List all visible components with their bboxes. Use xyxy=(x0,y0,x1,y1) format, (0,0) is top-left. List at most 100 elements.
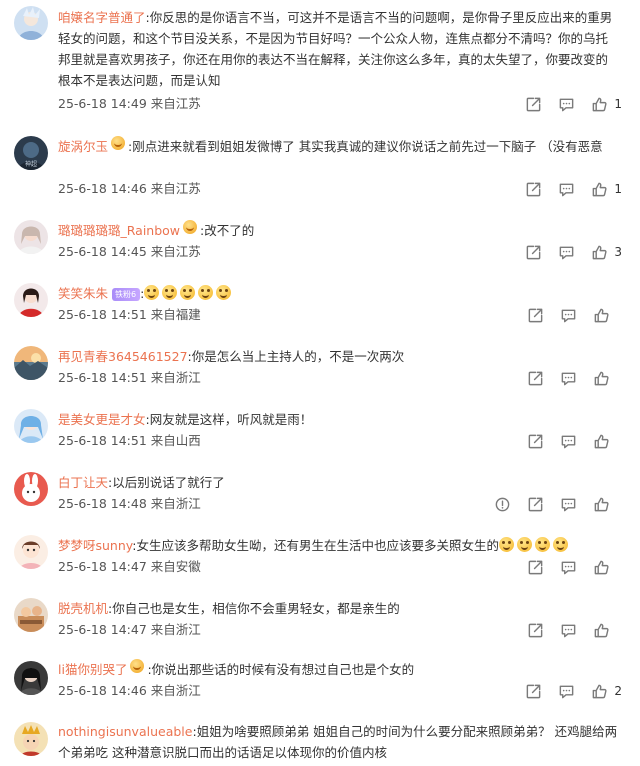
thumbs-up-icon xyxy=(593,182,607,196)
avatar[interactable] xyxy=(14,722,48,756)
comment-content: nothingisunvalueable:姐姐为啥要照顾弟弟 姐姐自己的时间为什… xyxy=(58,724,618,760)
comment-location: 来自浙江 xyxy=(150,622,201,637)
avatar[interactable] xyxy=(14,661,48,695)
comment-username[interactable]: 再见青春3645461527 xyxy=(58,349,188,364)
comment-time: 25-6-18 14:47 xyxy=(58,559,147,574)
comment-item: nothingisunvalueable:姐姐为啥要照顾弟弟 姐姐自己的时间为什… xyxy=(0,714,640,766)
comment-item: 脱壳机机:你自己也是女生，相信你不会重男轻女，都是亲生的 25-6-18 14:… xyxy=(0,588,640,651)
comment-username[interactable]: nothingisunvalueable xyxy=(58,724,192,739)
like-button[interactable] xyxy=(593,307,622,324)
like-count: 1 xyxy=(614,182,622,196)
comment-time: 25-6-18 14:48 xyxy=(58,496,147,511)
comment-item: 笑笑朱朱 铁粉6: 25-6-18 14:51 来自福建 xyxy=(0,273,640,336)
comment-content: 咱嬢名字普通了:你反思的是你语言不当，可这并不是语言不当的问题啊，是你骨子里反应… xyxy=(58,10,613,88)
forward-icon xyxy=(527,245,541,259)
avatar[interactable] xyxy=(14,598,48,632)
reply-button[interactable] xyxy=(560,307,577,324)
forward-button[interactable] xyxy=(525,181,542,198)
avatar[interactable] xyxy=(14,409,48,443)
comment-username[interactable]: 旋涡尔玉 xyxy=(58,139,108,154)
emoji-icon xyxy=(499,537,515,552)
avatar[interactable] xyxy=(14,283,48,317)
reply-button[interactable] xyxy=(558,96,575,113)
comment-location: 来自浙江 xyxy=(150,683,201,698)
reply-button[interactable] xyxy=(560,370,577,387)
forward-button[interactable] xyxy=(525,683,542,700)
comment-username[interactable]: 璐璐璐璐璐_Rainbow xyxy=(58,223,180,238)
report-button[interactable] xyxy=(494,496,511,513)
reply-button[interactable] xyxy=(560,622,577,639)
crown-badge-icon xyxy=(183,220,198,234)
forward-button[interactable] xyxy=(527,496,544,513)
like-button[interactable]: 1 xyxy=(591,96,622,113)
comment-icon xyxy=(560,98,574,111)
forward-button[interactable] xyxy=(525,96,542,113)
forward-button[interactable] xyxy=(527,370,544,387)
comment-text: 女生应该多帮助女生呦，还有男生在生活中也应该要多关照女生的 xyxy=(136,538,500,553)
like-count: 3 xyxy=(614,245,622,259)
reply-button[interactable] xyxy=(560,559,577,576)
comment-meta: 25-6-18 14:46 来自江苏 xyxy=(58,180,201,198)
comment-meta: 25-6-18 14:49 来自江苏 xyxy=(58,95,201,113)
thumbs-up-icon xyxy=(594,308,609,322)
emoji-icon xyxy=(517,537,533,552)
comment-icon xyxy=(560,246,574,259)
comment-meta: 25-6-18 14:47 来自浙江 xyxy=(58,621,201,639)
thumbs-up-icon xyxy=(594,560,609,574)
comment-username[interactable]: 白丁让天 xyxy=(58,475,108,490)
comment-meta: 25-6-18 14:51 来自浙江 xyxy=(58,369,201,387)
comment-actions: 1 xyxy=(525,95,622,113)
reply-button[interactable] xyxy=(560,433,577,450)
like-button[interactable] xyxy=(593,559,622,576)
reply-button[interactable] xyxy=(560,496,577,513)
comment-username[interactable]: li猫你别哭了 xyxy=(58,662,127,677)
thumbs-up-icon xyxy=(594,371,609,385)
comment-meta: 25-6-18 14:47 来自安徽 xyxy=(58,558,201,576)
like-button[interactable]: 1 xyxy=(591,181,622,198)
comment-username[interactable]: 笑笑朱朱 xyxy=(58,286,108,301)
reply-button[interactable] xyxy=(558,244,575,261)
reply-button[interactable] xyxy=(558,181,575,198)
comment-item: 咱嬢名字普通了:你反思的是你语言不当，可这并不是语言不当的问题啊，是你骨子里反应… xyxy=(0,0,640,126)
like-button[interactable] xyxy=(593,496,622,513)
comment-icon xyxy=(561,372,576,385)
comment-location: 来自山西 xyxy=(150,433,201,448)
comment-text: 你是怎么当上主持人的，不是一次两次 xyxy=(191,349,405,364)
like-button[interactable] xyxy=(593,622,622,639)
emoji-icon xyxy=(144,285,160,300)
avatar[interactable] xyxy=(14,472,48,506)
like-button[interactable] xyxy=(593,433,622,450)
comment-username[interactable]: 梦梦呀sunny xyxy=(58,538,132,553)
comment-content: 笑笑朱朱 铁粉6: xyxy=(58,283,618,304)
forward-button[interactable] xyxy=(525,244,542,261)
comment-username[interactable]: 咱嬢名字普通了 xyxy=(58,10,146,25)
like-button[interactable] xyxy=(593,370,622,387)
like-count: 2 xyxy=(614,684,622,698)
comment-item: 是美女更是才女:网友就是这样，听风就是雨！ 25-6-18 14:51 来自山西 xyxy=(0,399,640,462)
comment-time: 25-6-18 14:49 xyxy=(58,96,147,111)
reply-button[interactable] xyxy=(558,683,575,700)
avatar[interactable] xyxy=(14,346,48,380)
forward-button[interactable] xyxy=(527,307,544,324)
forward-button[interactable] xyxy=(527,622,544,639)
avatar[interactable] xyxy=(14,535,48,569)
forward-button[interactable] xyxy=(527,559,544,576)
comment-actions xyxy=(494,495,622,513)
forward-button[interactable] xyxy=(527,433,544,450)
comment-content: 旋涡尔玉:刚点进来就看到姐姐发微博了 其实我真诚的建议你说话之前先过一下脑子 （… xyxy=(58,136,618,157)
crown-badge-icon xyxy=(130,659,145,673)
avatar[interactable] xyxy=(14,6,48,40)
comment-username[interactable]: 脱壳机机 xyxy=(58,601,108,616)
comment-time: 25-6-18 14:46 xyxy=(58,181,147,196)
comment-icon xyxy=(561,498,576,511)
like-button[interactable]: 2 xyxy=(591,683,622,700)
comment-username[interactable]: 是美女更是才女 xyxy=(58,412,146,427)
thumbs-up-icon xyxy=(594,623,609,637)
avatar[interactable] xyxy=(14,220,48,254)
like-button[interactable]: 3 xyxy=(591,244,622,261)
thumbs-up-icon xyxy=(593,245,607,259)
emoji-icon xyxy=(198,285,214,300)
comment-actions: 3 xyxy=(525,243,622,261)
avatar[interactable]: 神超 xyxy=(14,136,48,170)
comment-content: 璐璐璐璐璐_Rainbow:改不了的 xyxy=(58,220,618,241)
